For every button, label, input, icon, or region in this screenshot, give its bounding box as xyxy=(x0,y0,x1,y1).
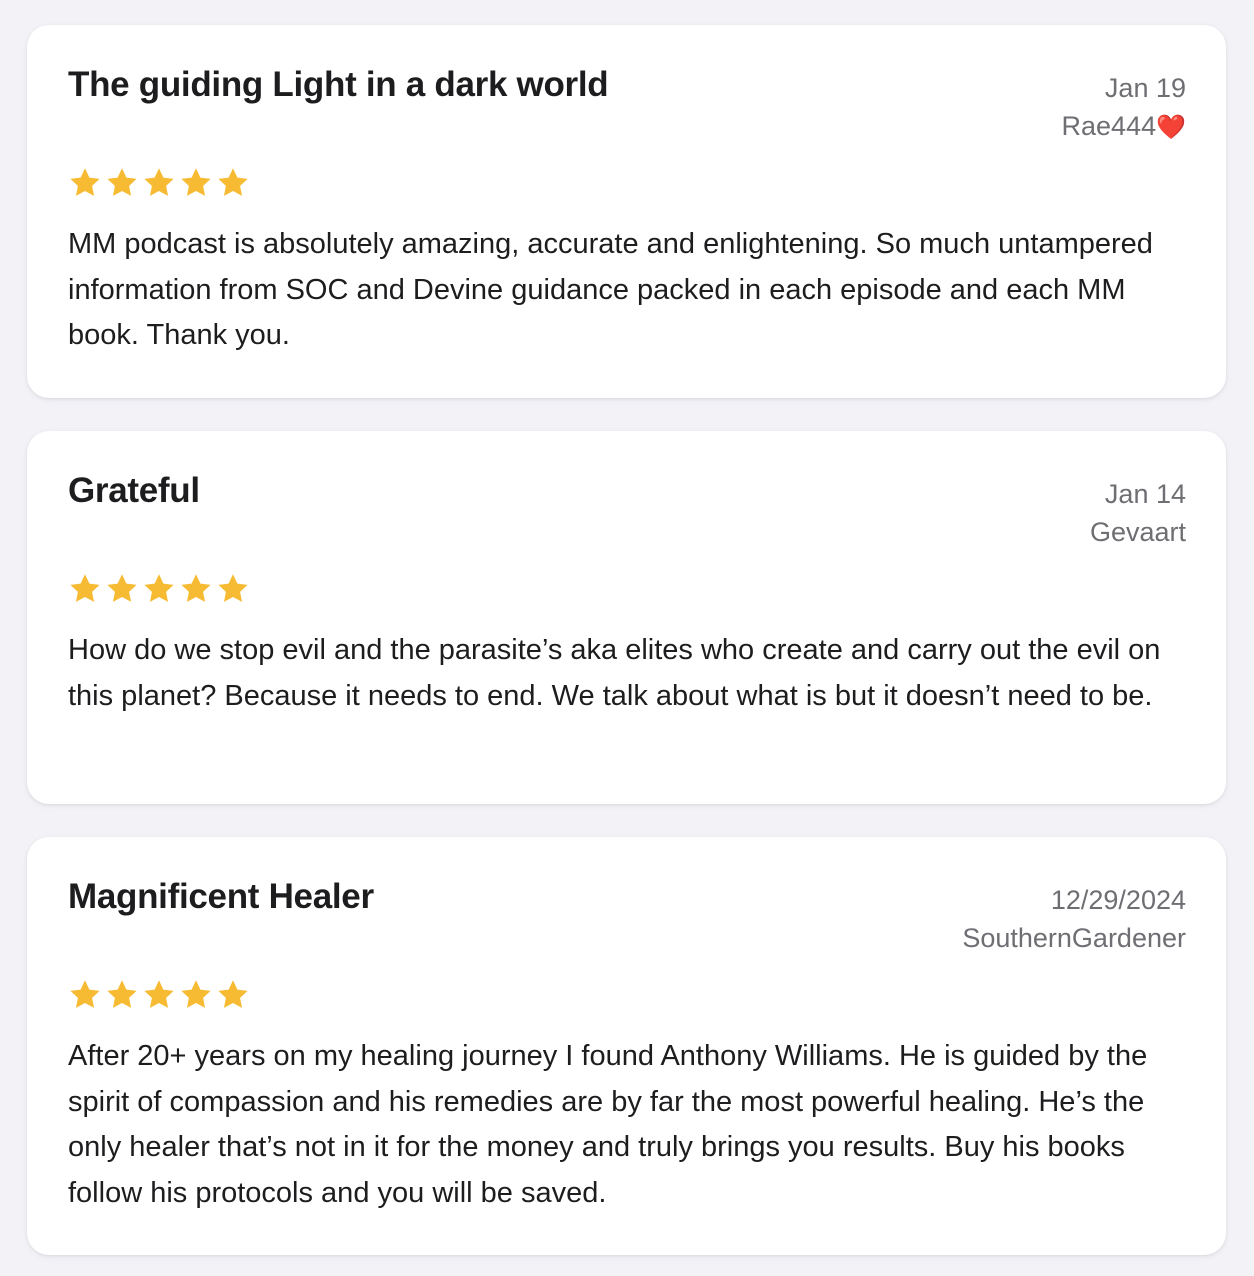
star-icon xyxy=(104,165,140,201)
review-title: Grateful xyxy=(68,471,200,510)
star-icon xyxy=(215,571,251,607)
heart-icon: ❤️ xyxy=(1156,114,1186,141)
star-icon xyxy=(178,977,214,1013)
review-body: After 20+ years on my healing journey I … xyxy=(68,1040,1148,1209)
star-icon xyxy=(104,977,140,1013)
star-rating xyxy=(67,165,251,203)
review-title: Magnificent Healer xyxy=(68,877,374,916)
review-card[interactable]: The guiding Light in a dark world Jan 19… xyxy=(27,25,1226,398)
star-icon xyxy=(141,165,177,201)
review-title: The guiding Light in a dark world xyxy=(68,65,609,104)
star-icon xyxy=(215,977,251,1013)
review-author: Rae444 xyxy=(1061,111,1157,141)
review-meta: Jan 14 Gevaart xyxy=(1090,475,1186,551)
star-icon xyxy=(67,571,103,607)
star-icon xyxy=(141,977,177,1013)
star-icon xyxy=(67,977,103,1013)
review-author: Gevaart xyxy=(1089,517,1186,547)
star-icon xyxy=(215,165,251,201)
review-author-line: SouthernGardener xyxy=(962,919,1186,957)
review-card[interactable]: Magnificent Healer 12/29/2024 SouthernGa… xyxy=(27,837,1226,1255)
review-author: SouthernGardener xyxy=(962,923,1186,953)
star-icon xyxy=(67,165,103,201)
review-date: 12/29/2024 xyxy=(1050,885,1186,915)
star-icon xyxy=(141,571,177,607)
review-author-line: Rae444❤️ xyxy=(1062,107,1186,147)
review-date: Jan 14 xyxy=(1104,479,1186,509)
review-date: Jan 19 xyxy=(1104,73,1186,103)
star-icon xyxy=(178,165,214,201)
review-body: MM podcast is absolutely amazing, accura… xyxy=(68,228,1153,352)
review-card[interactable]: Grateful Jan 14 Gevaart How do we stop e… xyxy=(27,431,1226,804)
star-rating xyxy=(67,977,251,1015)
star-icon xyxy=(104,571,140,607)
star-icon xyxy=(178,571,214,607)
review-list: The guiding Light in a dark world Jan 19… xyxy=(0,0,1254,1276)
star-rating xyxy=(67,571,251,609)
review-author-line: Gevaart xyxy=(1090,513,1186,551)
review-body: How do we stop evil and the parasite’s a… xyxy=(68,634,1161,712)
review-meta: Jan 19 Rae444❤️ xyxy=(1062,69,1186,147)
review-meta: 12/29/2024 SouthernGardener xyxy=(962,881,1186,957)
